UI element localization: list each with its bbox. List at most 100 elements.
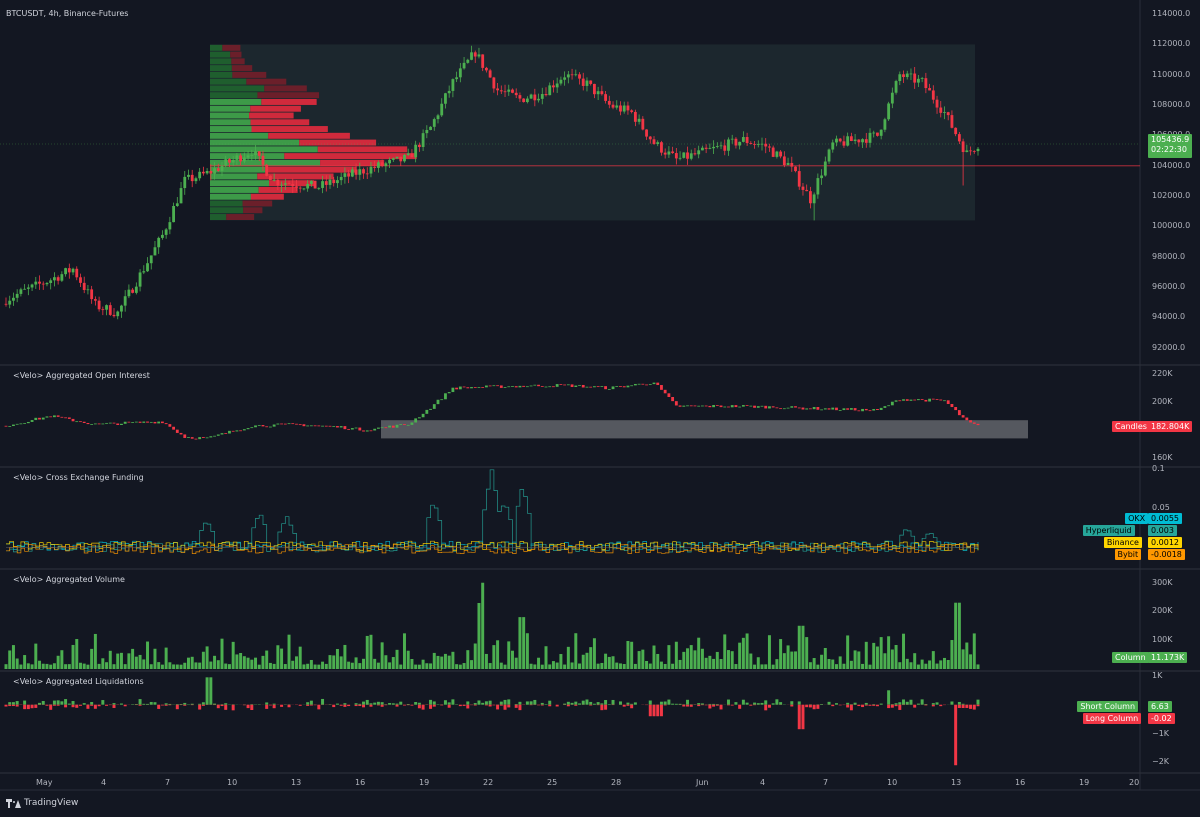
volume-bar <box>961 649 965 669</box>
oi-candle <box>663 389 667 394</box>
candle-body <box>362 169 365 174</box>
volume-bar <box>656 653 660 669</box>
oi-candle <box>283 423 287 425</box>
candle-body <box>913 73 917 83</box>
oi-candle <box>4 425 8 427</box>
oi-candle <box>116 423 120 425</box>
time-tick-label: 28 <box>611 778 622 787</box>
liq-short-bar <box>626 702 630 705</box>
candle-body <box>924 78 928 89</box>
liq-short-bar <box>931 703 935 705</box>
volume-bar <box>146 641 150 669</box>
oi-candle <box>935 399 939 400</box>
liq-long-bar <box>931 704 935 707</box>
volume-bar <box>648 663 652 669</box>
candle-body <box>242 157 246 162</box>
oi-candle <box>157 421 161 424</box>
volume-profile-sell-row <box>264 85 307 92</box>
volume-bar <box>324 663 328 669</box>
oi-candle <box>667 393 671 397</box>
candle-body <box>347 173 351 177</box>
candle-body <box>890 92 894 104</box>
oi-candle <box>142 421 146 423</box>
liq-long-bar <box>354 704 358 707</box>
oi-candle <box>12 424 15 427</box>
volume-bar <box>808 662 812 669</box>
volume-profile-sell-row <box>257 173 334 180</box>
oi-candle <box>265 426 269 428</box>
time-tick-label: 25 <box>547 778 558 787</box>
oi-candle <box>849 408 853 410</box>
candle-body <box>414 144 418 158</box>
liq-short-bar <box>507 699 511 705</box>
volume-bar <box>924 663 928 669</box>
oi-candle <box>786 407 790 409</box>
last-price-value: 105436.9 <box>1151 135 1190 144</box>
volume-bar <box>954 602 958 669</box>
tradingview-logo[interactable]: TradingView <box>6 798 78 808</box>
oi-candle <box>19 423 23 425</box>
oi-candle <box>563 384 567 386</box>
liq-short-bar <box>265 702 269 705</box>
oi-candle <box>544 386 548 388</box>
volume-bar <box>671 663 675 669</box>
volume-bar <box>410 658 414 669</box>
candle-body <box>555 83 559 88</box>
candle-body <box>540 94 544 99</box>
volume-bar <box>93 633 97 669</box>
oi-candle <box>723 406 727 408</box>
candle-body <box>492 77 496 89</box>
candle-body <box>23 288 27 290</box>
oi-candle <box>406 424 410 426</box>
liq-long-bar <box>831 704 835 707</box>
liq-short-bar <box>417 702 421 705</box>
volume-bar <box>67 664 71 669</box>
candle-body <box>928 88 932 91</box>
oi-candle <box>578 384 581 386</box>
candle-body <box>622 105 626 112</box>
volume-bar <box>447 655 451 669</box>
liq-long-bar <box>432 704 436 707</box>
liq-short-bar <box>198 703 202 705</box>
funding-tag-name: Hyperliquid <box>1082 525 1135 536</box>
oi-candle <box>306 425 310 427</box>
liq-short-bar <box>484 701 488 705</box>
volume-bar <box>425 663 429 669</box>
chart-canvas[interactable] <box>0 0 1200 817</box>
chart-stage[interactable]: BTCUSDT, 4h, Binance-Futures <Velo> Aggr… <box>0 0 1200 817</box>
volume-bar <box>302 664 306 669</box>
oi-candle <box>228 430 231 434</box>
liq-short-bar <box>335 703 339 705</box>
candle-body <box>8 300 12 305</box>
candle-body <box>481 54 485 68</box>
oi-candle <box>920 399 924 400</box>
volume-bar <box>626 640 630 669</box>
liq-long-bar <box>600 704 604 711</box>
candle-body <box>358 169 362 175</box>
liq-short-bar <box>715 704 719 705</box>
liq-long-bar <box>622 704 626 707</box>
price-candle <box>268 175 272 181</box>
oi-candle <box>466 387 470 389</box>
candle-body <box>518 95 522 99</box>
oi-candle <box>67 417 71 419</box>
oi-candle <box>112 422 116 424</box>
liq-short-bar <box>924 703 928 705</box>
oi-candle <box>548 386 552 388</box>
oi-candle <box>213 435 216 437</box>
oi-candle <box>328 425 332 427</box>
candle-body <box>782 156 786 166</box>
oi-candle <box>913 399 917 401</box>
oi-candle <box>436 399 440 405</box>
oi-candle <box>34 417 38 421</box>
candle-body <box>894 81 898 93</box>
candle-body <box>898 74 902 82</box>
candle-body <box>630 110 634 112</box>
oi-candle <box>857 410 861 412</box>
candle-body <box>969 150 972 152</box>
funding-pane-title: <Velo> Cross Exchange Funding <box>13 473 144 482</box>
liq-long-bar <box>369 704 373 707</box>
volume-bar <box>347 661 351 669</box>
volume-bar <box>708 655 712 669</box>
volume-bar <box>630 641 634 669</box>
